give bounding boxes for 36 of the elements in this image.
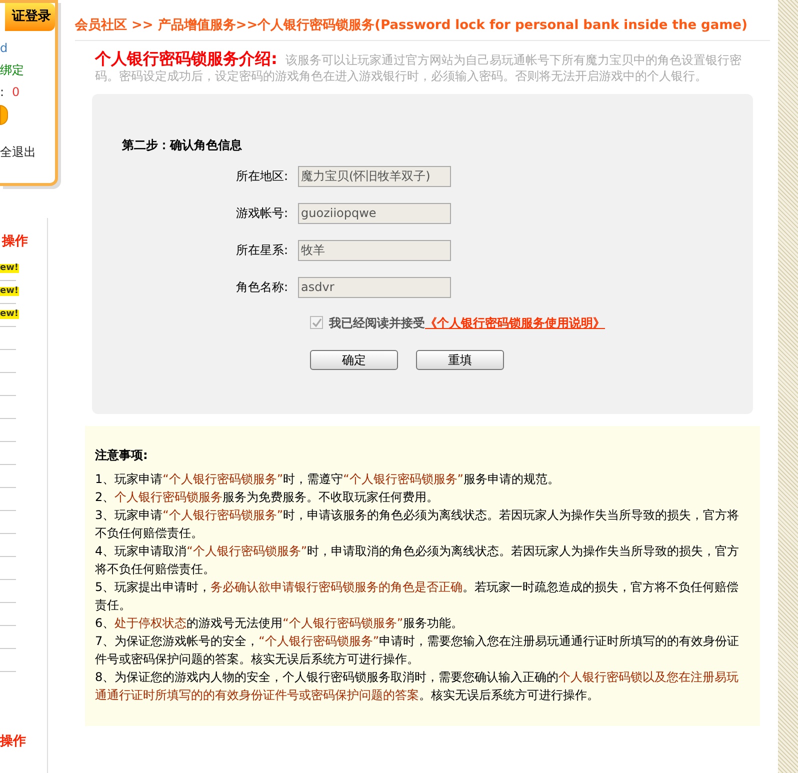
section-title: 操作: [0, 732, 27, 750]
agree-label: 我已经阅读并接受: [329, 314, 425, 332]
note-text: 4、玩家申请取消“个人银行密码锁服务”时，申请取消的角色必须为离线状态。若因玩家人为操作失当所导致的损失，官方将不负任何赔偿责任。: [95, 542, 740, 578]
note-text: 7、为保证您游戏帐号的安全，“个人银行密码锁服务”申请时，需要您输入您在注册易玩通通行证时所填写的的有效身份证件号或密码保护问题的答案。核实无误后系统方可进行操作。: [95, 632, 740, 668]
login-button[interactable]: 证登录: [5, 3, 55, 31]
note-text: 2、个人银行密码锁服务服务为免费服务。不收取玩家任何费用。: [95, 488, 440, 506]
form-button[interactable]: 重填: [416, 350, 504, 370]
intro-text: 个人银行密码锁服务介绍: 该服务可以让玩家通过官方网站为自己易玩通帐号下所有魔力宝贝中的角色设置银行密码。密码设定成功后，设定密码的游戏角色在进入游戏银行时，必须输入密码。否则将无法开启游戏中的个人银行。: [95, 50, 742, 84]
note-text: 3、玩家申请“个人银行密码锁服务”时，申请该服务的角色必须为离线状态。若因玩家人为操作失当所导致的损失，官方将不负任何赔偿责任。: [95, 506, 740, 542]
logout-link[interactable]: 全退出: [0, 143, 36, 161]
points-label: :: [0, 84, 4, 101]
step-title: 第二步：确认角色信息: [122, 136, 243, 154]
input-field[interactable]: 牧羊: [298, 240, 451, 260]
field-label: 游戏帐号:: [234, 205, 289, 222]
account-link[interactable]: d: [0, 39, 8, 57]
notes-title: 注意事项:: [95, 446, 149, 464]
new-badge: ew!: [0, 264, 19, 273]
note-text: 5、玩家提出申请时，务必确认欲申请银行密码锁服务的角色是否正确。若玩家一时疏忽造成的损失，官方将不负任何赔偿责任。: [95, 578, 740, 614]
form-button[interactable]: 确定: [310, 350, 398, 370]
bind-link[interactable]: 绑定: [0, 61, 24, 79]
round-tab-icon: [0, 105, 8, 125]
field-label: 所在地区:: [234, 168, 289, 185]
points-value: 0: [12, 84, 20, 101]
field-label: 角色名称:: [234, 279, 289, 296]
note-text: 1、玩家申请“个人银行密码锁服务”时，需遵守“个人银行密码锁服务”服务申请的规范。: [95, 470, 561, 488]
check-icon: [312, 318, 322, 328]
note-text: 8、为保证您的游戏内人物的安全，个人银行密码锁服务取消时，需要您确认输入正确的个人银行密码锁以及您在注册易玩通通行证时所填写的的有效身份证件号或密码保护问题的答案。核实无误后系统方可进行操作。: [95, 668, 740, 704]
input-field[interactable]: asdvr: [298, 276, 451, 298]
input-field[interactable]: guoziiopqwe: [298, 202, 451, 224]
note-text: 6、处于停权状态的游戏号无法使用“个人银行密码锁服务”服务功能。: [95, 614, 464, 632]
section-title: 操作: [0, 233, 29, 251]
new-badge: ew!: [0, 287, 19, 296]
new-badge: ew!: [0, 310, 19, 319]
field-label: 所在星系:: [234, 242, 289, 259]
breadcrumb: 会员社区 >> 产品增值服务>>个人银行密码锁服务(Password lock for personal bank inside the game): [75, 12, 770, 40]
input-field[interactable]: 魔力宝贝(怀旧牧羊双子): [298, 166, 451, 186]
